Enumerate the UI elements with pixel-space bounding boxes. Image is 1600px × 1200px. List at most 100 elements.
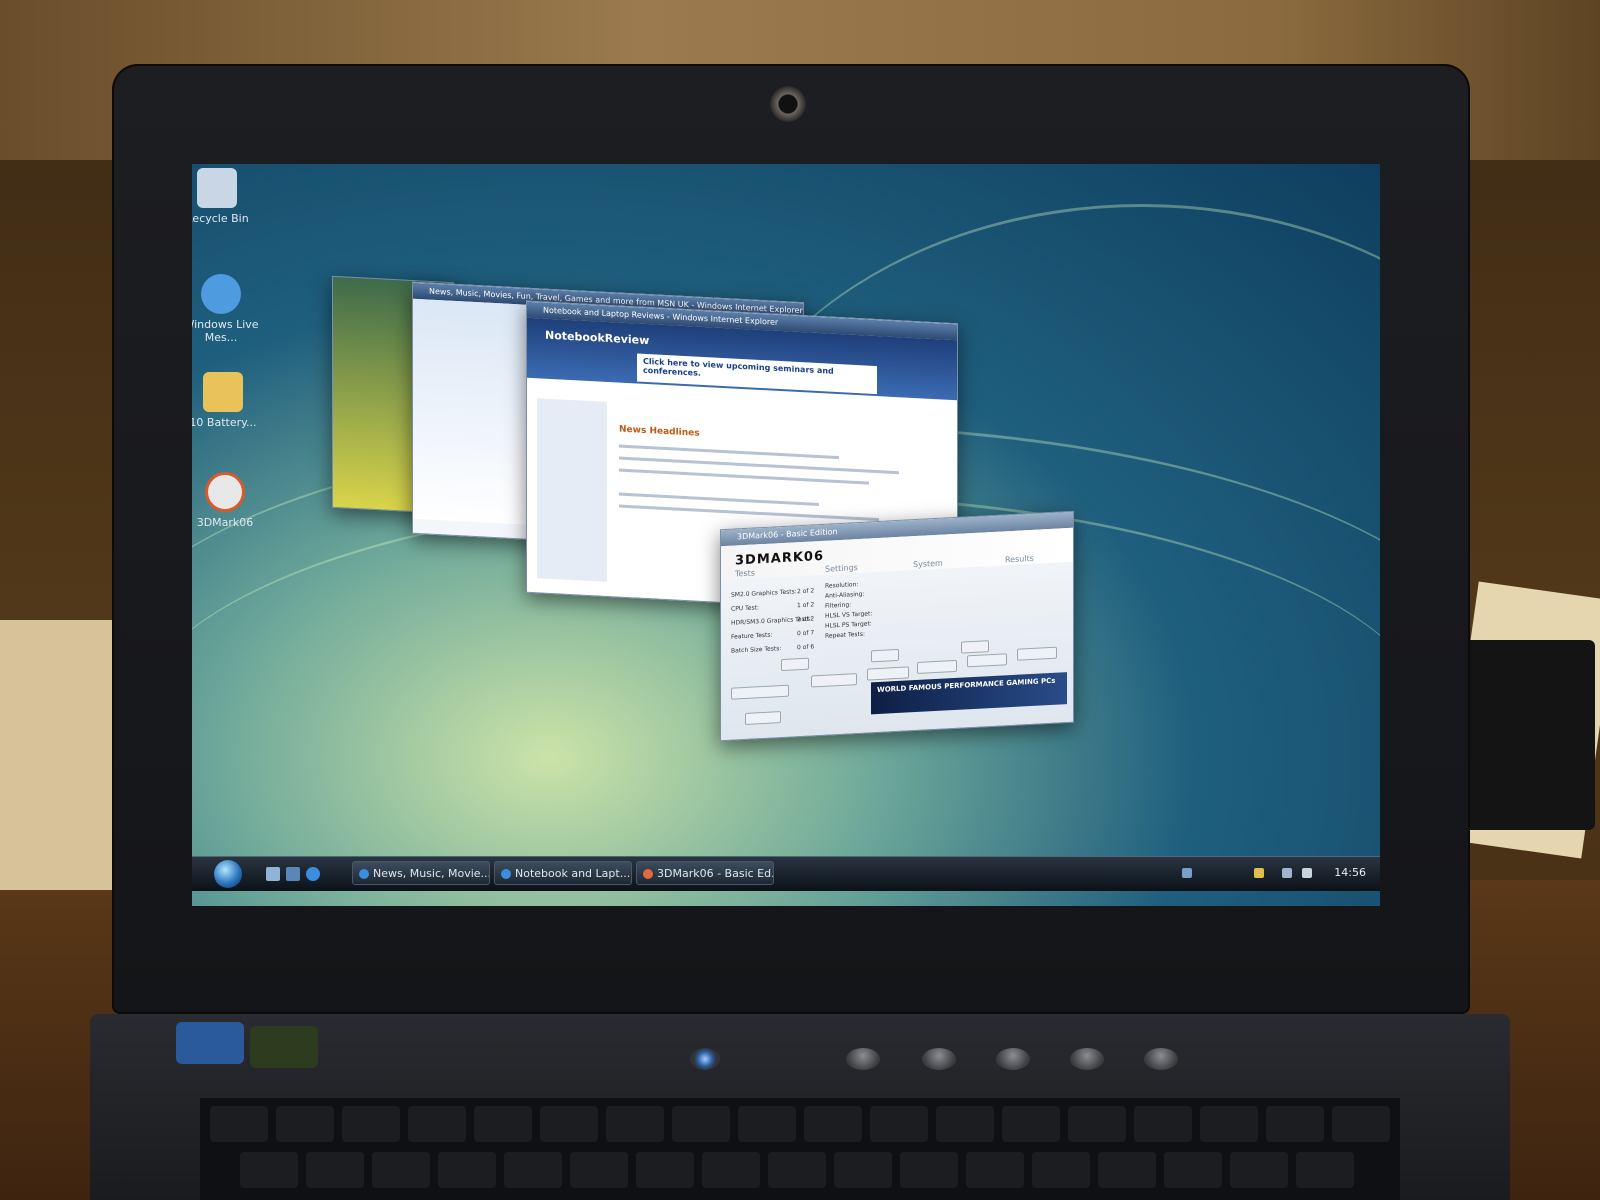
windows-live-messenger-icon bbox=[201, 274, 241, 314]
key[interactable] bbox=[768, 1152, 826, 1188]
setting-label: HLSL PS Target: bbox=[825, 620, 872, 630]
desktop-screen: Recycle Bin Windows Live Mes... 10 Batte… bbox=[192, 164, 1380, 906]
key[interactable] bbox=[1230, 1152, 1288, 1188]
change-button[interactable] bbox=[871, 648, 899, 663]
laptop-deck bbox=[90, 1014, 1510, 1200]
switch-windows-icon[interactable] bbox=[286, 867, 300, 881]
key[interactable] bbox=[474, 1106, 532, 1142]
key[interactable] bbox=[966, 1152, 1024, 1188]
desktop-icon-folder[interactable]: 10 Battery... bbox=[192, 372, 268, 429]
taskbar-button-3dmark[interactable]: 3DMark06 - Basic Ed... bbox=[636, 861, 774, 885]
image-quality-button[interactable] bbox=[811, 673, 857, 688]
intel-sticker bbox=[176, 1022, 244, 1064]
hot-key[interactable] bbox=[1144, 1048, 1178, 1070]
text-line bbox=[619, 468, 869, 485]
test-label: SM2.0 Graphics Tests: bbox=[731, 588, 797, 599]
setting-label: HLSL VS Target: bbox=[825, 610, 873, 620]
site-sidebar bbox=[537, 398, 607, 582]
hot-key[interactable] bbox=[922, 1048, 956, 1070]
run-3dmark-button[interactable] bbox=[731, 684, 789, 700]
test-label: CPU Test: bbox=[731, 604, 759, 613]
test-label: Feature Tests: bbox=[731, 631, 773, 641]
desktop-icon-messenger[interactable]: Windows Live Mes... bbox=[192, 274, 266, 344]
taskbar-button-msn[interactable]: News, Music, Movie... bbox=[352, 861, 490, 885]
internet-explorer-icon[interactable] bbox=[306, 867, 320, 881]
game-button[interactable] bbox=[1017, 646, 1057, 661]
setting-label: Repeat Tests: bbox=[825, 630, 865, 640]
window-3dmark06[interactable]: 3DMark06 - Basic Edition 3DMARK06 Tests … bbox=[720, 510, 1074, 742]
text-line bbox=[619, 444, 839, 460]
3dmark-logo: 3DMARK06 bbox=[735, 548, 825, 569]
key[interactable] bbox=[834, 1152, 892, 1188]
media-player-icon[interactable] bbox=[1182, 868, 1192, 878]
key[interactable] bbox=[210, 1106, 268, 1142]
key[interactable] bbox=[672, 1106, 730, 1142]
hot-key[interactable] bbox=[996, 1048, 1030, 1070]
key[interactable] bbox=[1068, 1106, 1126, 1142]
taskbar-button-notebook[interactable]: Notebook and Lapt... bbox=[494, 861, 632, 885]
desktop-icon-3dmark06[interactable]: 3DMark06 bbox=[192, 472, 270, 529]
key[interactable] bbox=[408, 1106, 466, 1142]
setting-label: Anti-Aliasing: bbox=[825, 590, 865, 600]
start-orb-icon[interactable] bbox=[214, 860, 242, 888]
key[interactable] bbox=[1032, 1152, 1090, 1188]
taskbar-button-label: 3DMark06 - Basic Ed... bbox=[657, 867, 774, 880]
column-system: System bbox=[913, 558, 943, 570]
desktop-icon-label: Recycle Bin bbox=[192, 212, 249, 225]
key[interactable] bbox=[342, 1106, 400, 1142]
system-tray: 14:56 bbox=[1182, 865, 1372, 883]
key[interactable] bbox=[636, 1152, 694, 1188]
ad-banner[interactable]: Click here to view upcoming seminars and… bbox=[637, 353, 877, 395]
key[interactable] bbox=[1164, 1152, 1222, 1188]
demo-button[interactable] bbox=[967, 653, 1007, 668]
key[interactable] bbox=[936, 1106, 994, 1142]
keyboard[interactable] bbox=[200, 1098, 1400, 1200]
key[interactable] bbox=[804, 1106, 862, 1142]
filtering-aa-button[interactable] bbox=[867, 666, 909, 681]
key[interactable] bbox=[504, 1152, 562, 1188]
network-icon[interactable] bbox=[1282, 868, 1292, 878]
key[interactable] bbox=[1002, 1106, 1060, 1142]
key[interactable] bbox=[606, 1106, 664, 1142]
details-button[interactable] bbox=[961, 640, 989, 654]
text-line bbox=[619, 504, 879, 522]
taskbar-button-label: Notebook and Lapt... bbox=[515, 867, 631, 880]
column-results: Results bbox=[1005, 553, 1034, 565]
news-headlines-heading: News Headlines bbox=[619, 424, 700, 439]
test-value: 2 of 2 bbox=[797, 587, 815, 596]
key[interactable] bbox=[276, 1106, 334, 1142]
3dmark06-icon bbox=[643, 869, 653, 879]
key[interactable] bbox=[438, 1152, 496, 1188]
hot-key[interactable] bbox=[846, 1048, 880, 1070]
hot-key[interactable] bbox=[1070, 1048, 1104, 1070]
key[interactable] bbox=[870, 1106, 928, 1142]
key[interactable] bbox=[1134, 1106, 1192, 1142]
test-value: 0 of 7 bbox=[797, 629, 815, 638]
key[interactable] bbox=[1200, 1106, 1258, 1142]
key[interactable] bbox=[540, 1106, 598, 1142]
key[interactable] bbox=[702, 1152, 760, 1188]
register-button[interactable] bbox=[745, 711, 781, 725]
key[interactable] bbox=[240, 1152, 298, 1188]
clock[interactable]: 14:56 bbox=[1334, 866, 1366, 879]
key[interactable] bbox=[306, 1152, 364, 1188]
security-shield-icon[interactable] bbox=[1254, 868, 1264, 878]
key[interactable] bbox=[1332, 1106, 1390, 1142]
key[interactable] bbox=[900, 1152, 958, 1188]
key[interactable] bbox=[1098, 1152, 1156, 1188]
power-button[interactable] bbox=[690, 1048, 720, 1070]
key[interactable] bbox=[738, 1106, 796, 1142]
select-button[interactable] bbox=[781, 657, 809, 672]
test-label: Batch Size Tests: bbox=[731, 645, 782, 655]
setting-label: Resolution: bbox=[825, 581, 859, 590]
show-desktop-icon[interactable] bbox=[266, 867, 280, 881]
key[interactable] bbox=[1266, 1106, 1324, 1142]
key[interactable] bbox=[570, 1152, 628, 1188]
test-value: 2 of 2 bbox=[797, 615, 815, 624]
internet-explorer-icon bbox=[359, 869, 369, 879]
key[interactable] bbox=[1296, 1152, 1354, 1188]
desktop-icon-recycle-bin[interactable]: Recycle Bin bbox=[192, 168, 262, 225]
key[interactable] bbox=[372, 1152, 430, 1188]
graphs-button[interactable] bbox=[917, 659, 957, 674]
volume-icon[interactable] bbox=[1302, 868, 1312, 878]
